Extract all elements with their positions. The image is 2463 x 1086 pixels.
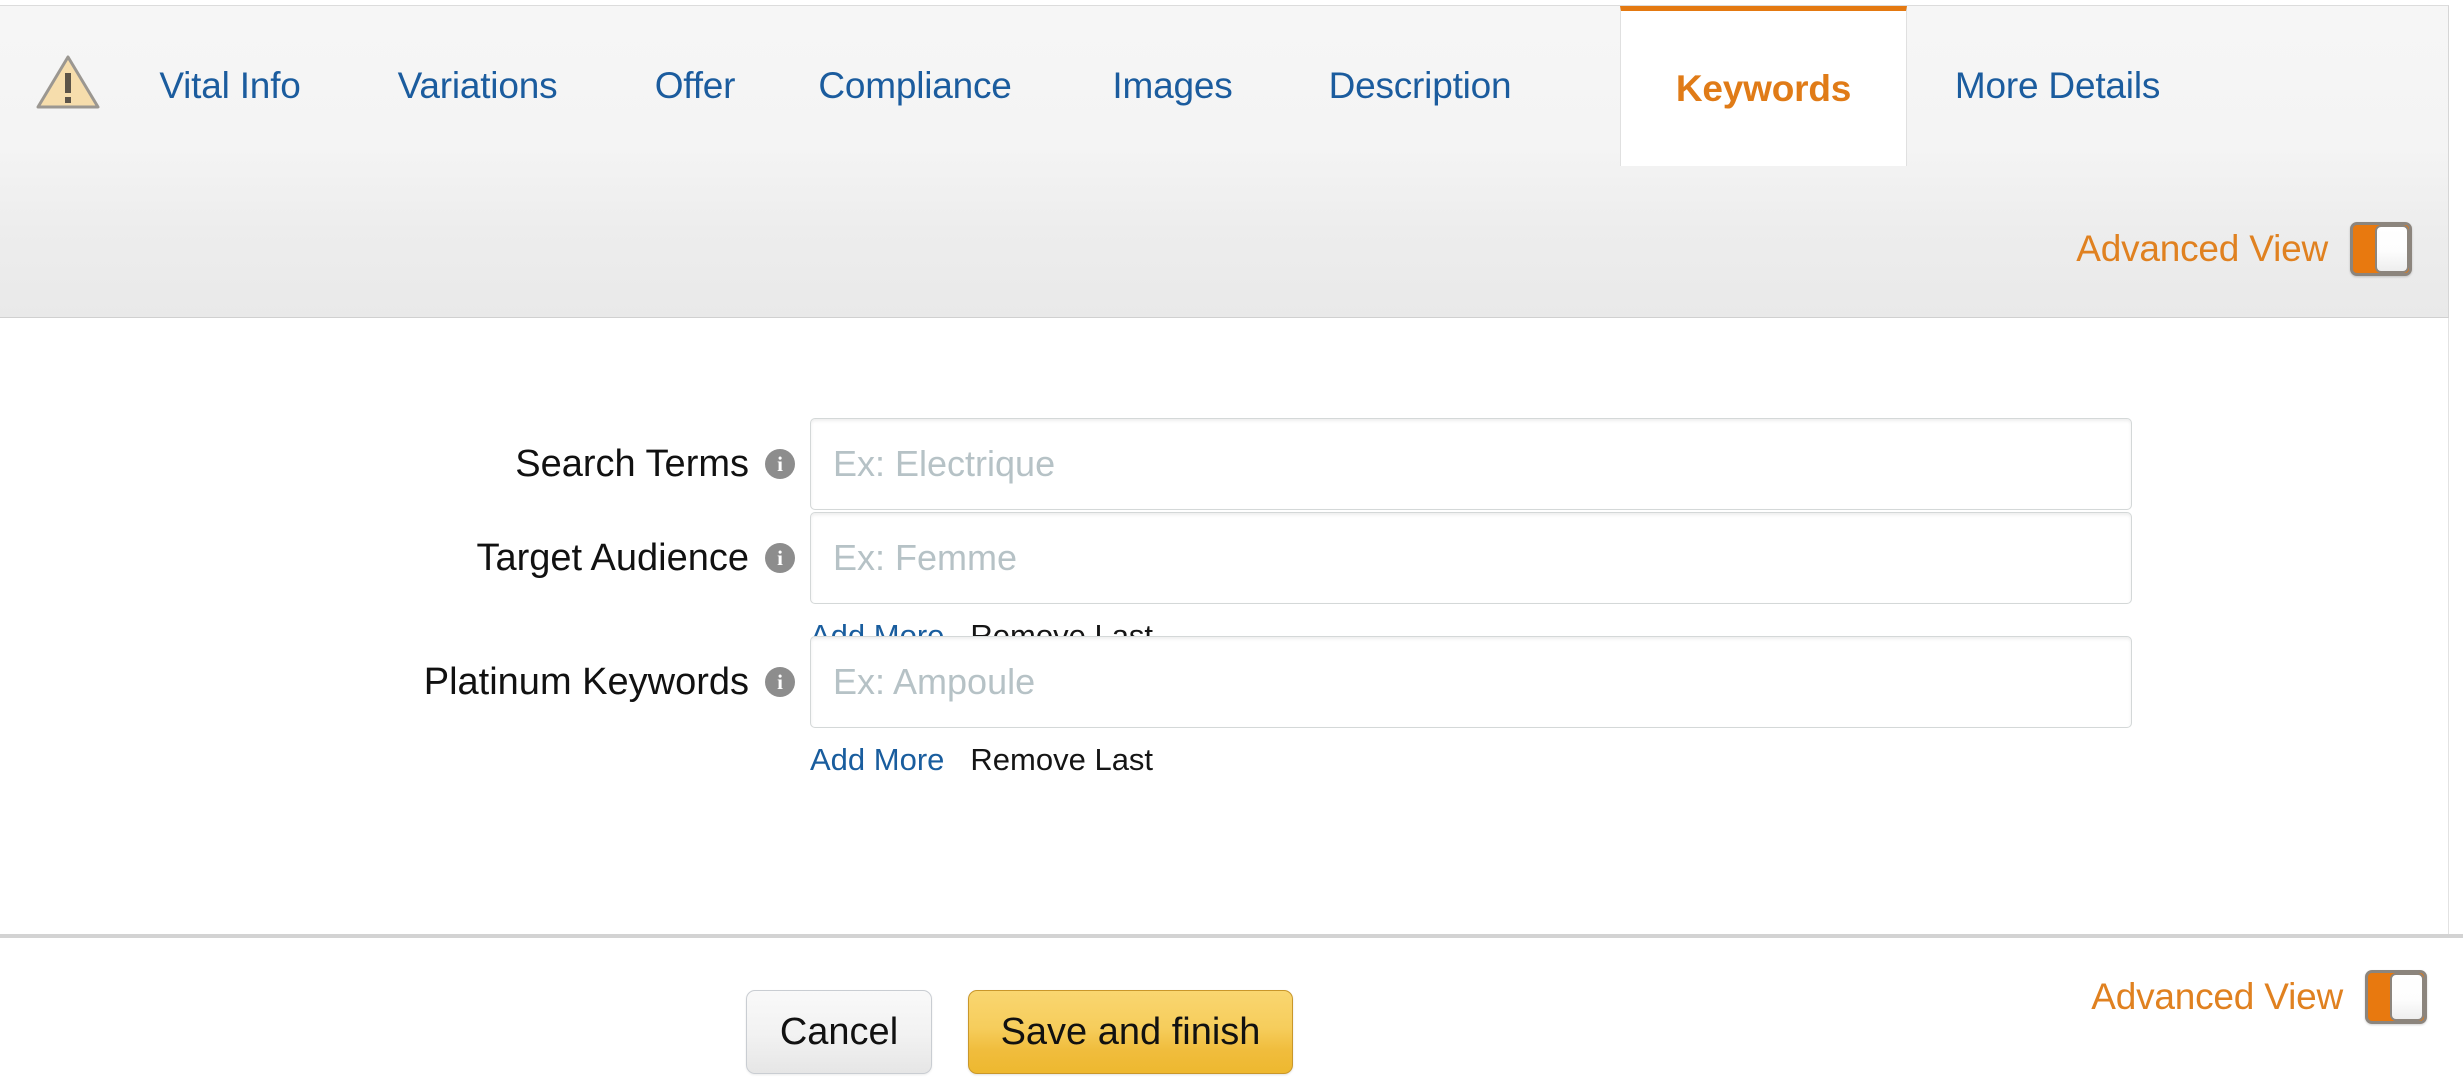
keywords-form: Search Terms i Target Audience i Add More Rem… (0, 318, 2449, 934)
advanced-view-label-bottom: Advanced View (2091, 976, 2343, 1017)
toggle-knob (2390, 973, 2424, 1021)
tab-compliance[interactable]: Compliance (800, 6, 1030, 166)
field-label-text: Target Audience (476, 536, 749, 579)
advanced-view-toggle-top[interactable]: Advanced View (2076, 222, 2412, 276)
advanced-view-label-top: Advanced View (2076, 228, 2328, 269)
keywords-page: Vital Info Variations Offer Compliance Image… (0, 0, 2463, 1086)
info-icon[interactable]: i (765, 543, 795, 573)
add-more-link[interactable]: Add More (810, 742, 944, 778)
info-icon[interactable]: i (765, 667, 795, 697)
field-label-platinum-keywords: Platinum Keywords i (424, 636, 795, 728)
field-label-target-audience: Target Audience i (476, 512, 795, 604)
field-row: Platinum Keywords i (0, 636, 2448, 728)
tab-row: Vital Info Variations Offer Compliance Image… (0, 6, 2448, 166)
remove-last-link[interactable]: Remove Last (970, 742, 1153, 778)
advanced-view-switch-bottom[interactable] (2365, 970, 2427, 1024)
cancel-button[interactable]: Cancel (746, 990, 932, 1074)
field-row: Search Terms i (0, 418, 2448, 510)
tab-offer[interactable]: Offer (630, 6, 760, 166)
advanced-view-switch-top[interactable] (2350, 222, 2412, 276)
footer-bar: Cancel Save and finish Advanced View (0, 938, 2463, 1086)
field-label-text: Search Terms (515, 442, 749, 485)
info-icon[interactable]: i (765, 449, 795, 479)
tab-vital-info[interactable]: Vital Info (130, 6, 330, 166)
save-and-finish-button[interactable]: Save and finish (968, 990, 1293, 1074)
input-search-terms[interactable] (810, 418, 2132, 510)
tab-description[interactable]: Description (1295, 6, 1545, 166)
input-platinum-keywords[interactable] (810, 636, 2132, 728)
field-label-search-terms: Search Terms i (515, 418, 795, 510)
field-label-text: Platinum Keywords (423, 660, 749, 703)
advanced-view-toggle-bottom[interactable]: Advanced View (2091, 970, 2427, 1024)
tab-variations[interactable]: Variations (370, 6, 585, 166)
tab-images[interactable]: Images (1090, 6, 1255, 166)
tab-header-panel: Vital Info Variations Offer Compliance Image… (0, 5, 2449, 318)
input-target-audience[interactable] (810, 512, 2132, 604)
field-row: Target Audience i (0, 512, 2448, 604)
toggle-knob (2375, 225, 2409, 273)
tab-keywords[interactable]: Keywords (1620, 6, 1907, 166)
tab-more-details[interactable]: More Details (1930, 6, 2185, 166)
row-actions: Add More Remove Last (810, 742, 1153, 778)
